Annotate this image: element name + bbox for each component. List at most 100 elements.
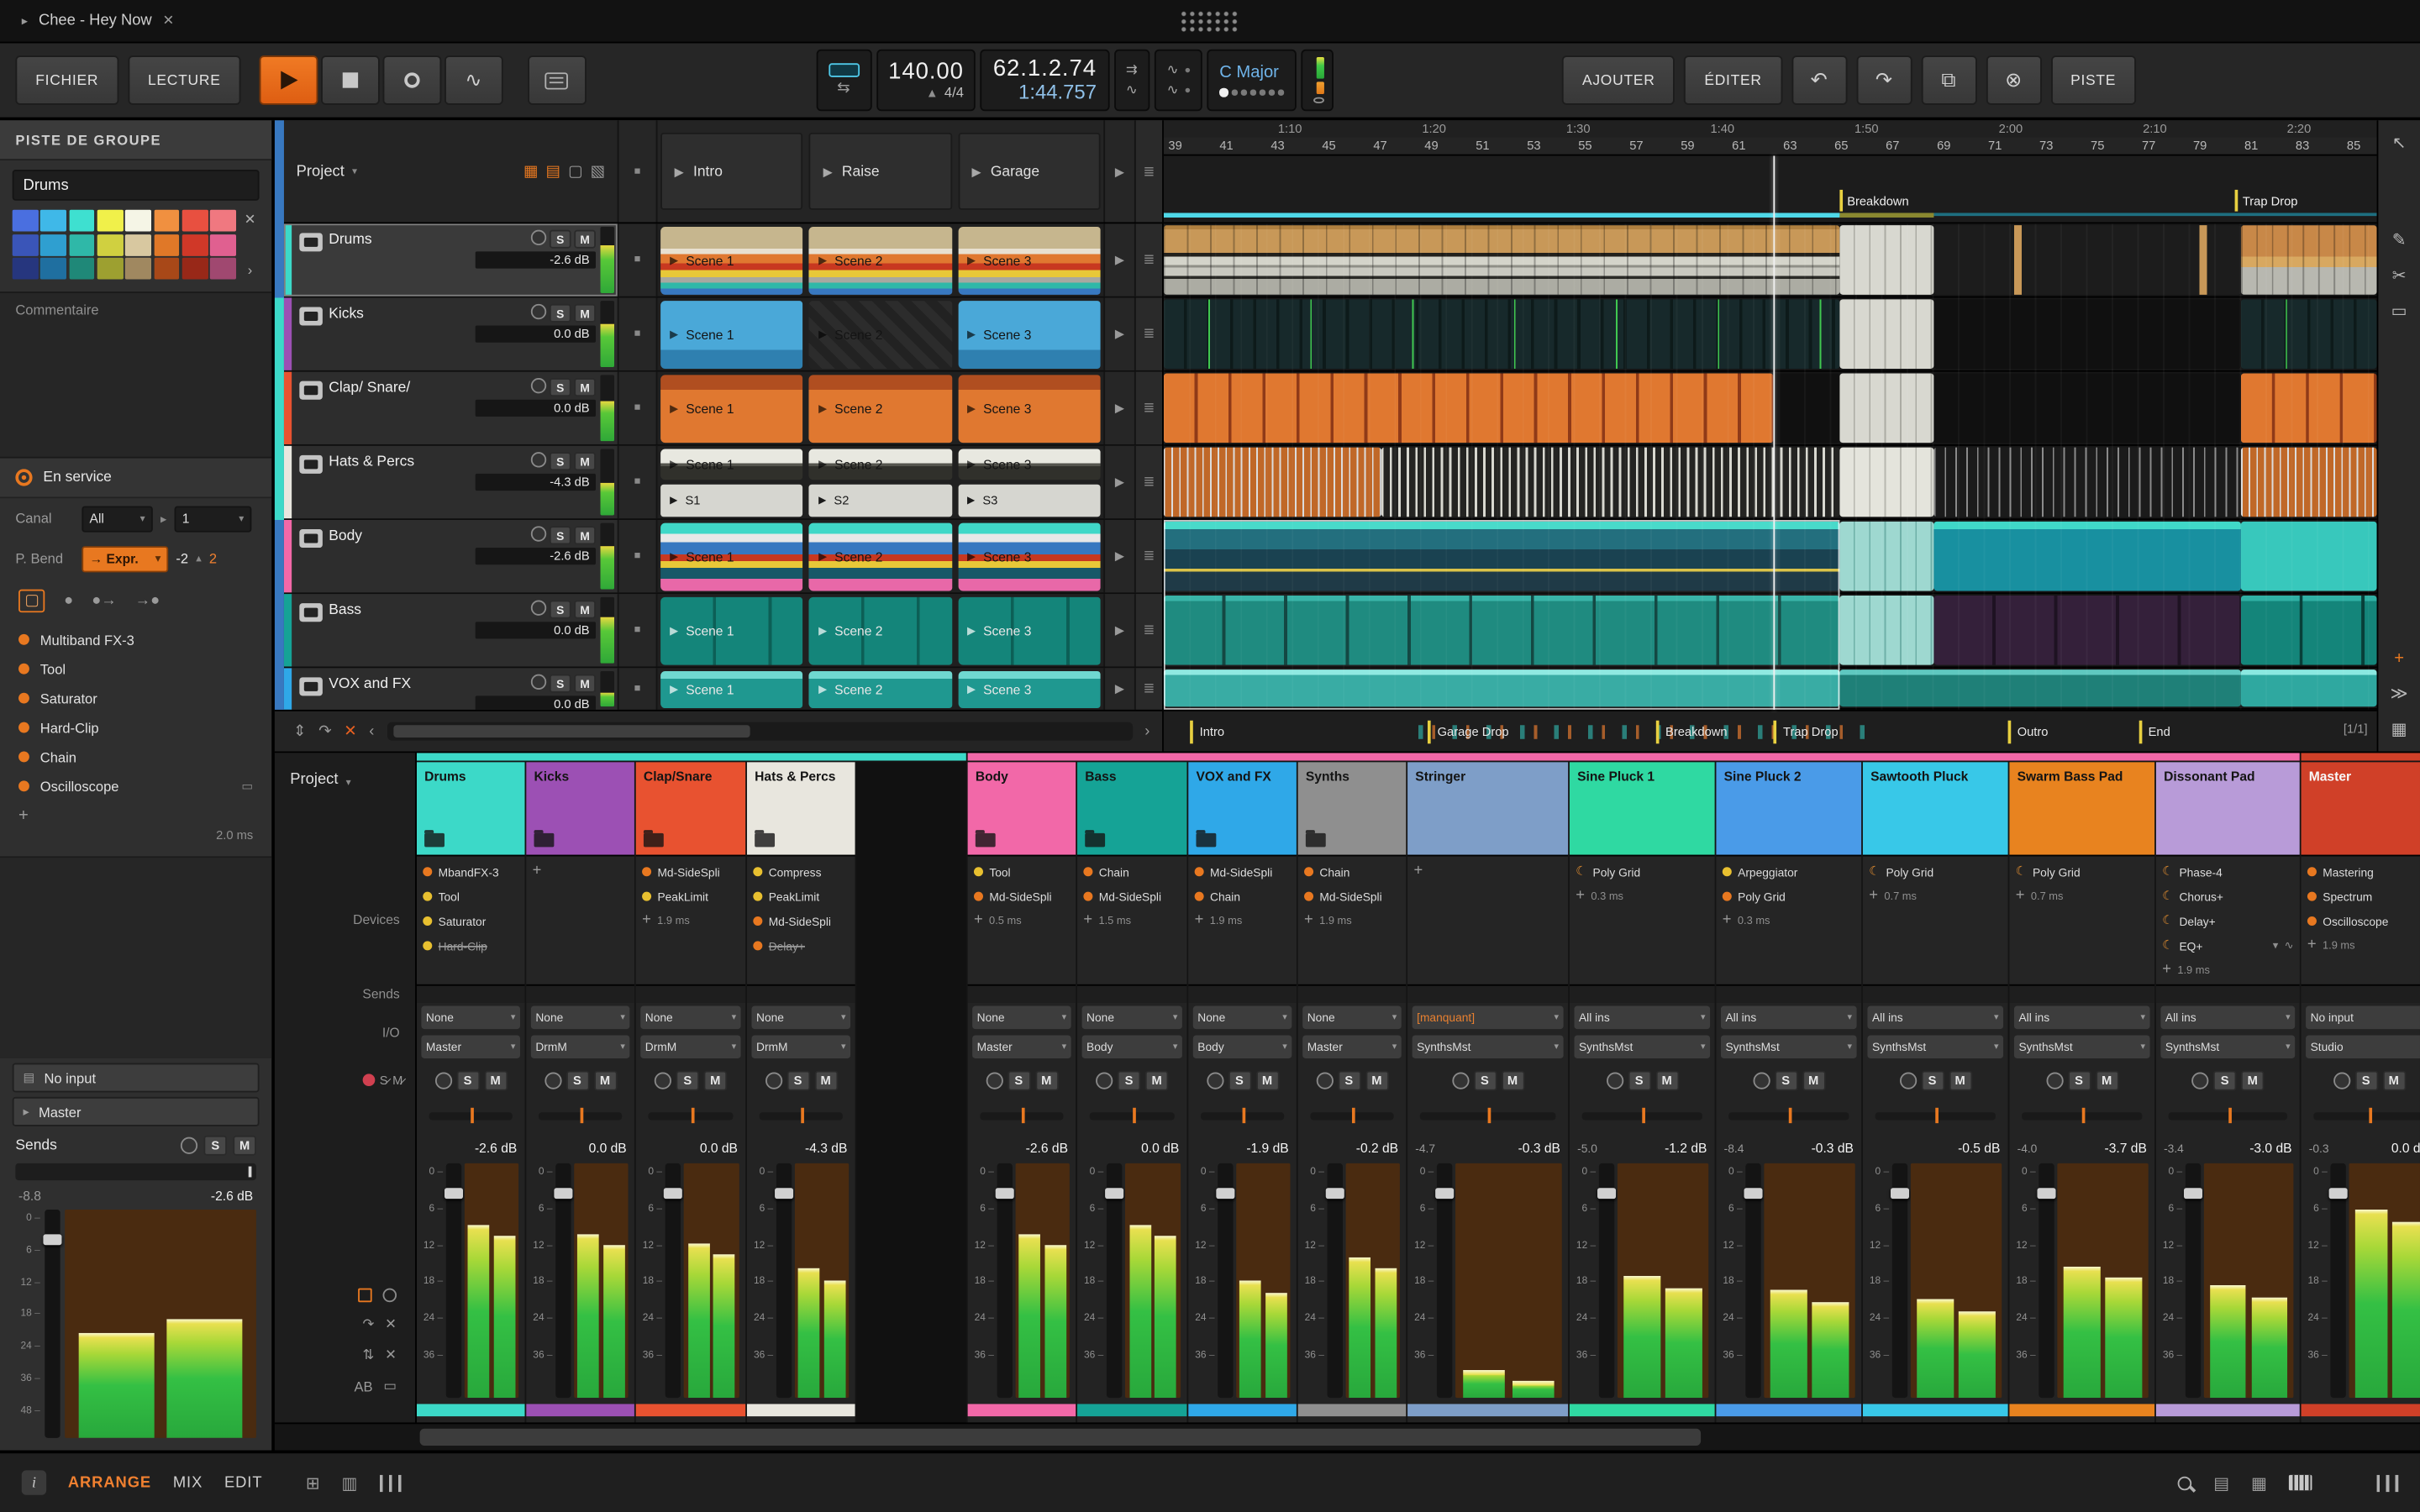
timbre-icon[interactable]: ● [64,591,73,608]
fader-handle[interactable] [445,1188,463,1199]
output-select[interactable]: DrmM▾ [640,1035,740,1058]
channel-header[interactable]: Sine Pluck 2 [1716,762,1861,854]
level-value[interactable]: -4.3 dB [805,1140,847,1155]
channel-header[interactable]: Swarm Bass Pad [2009,762,2154,854]
add-device-icon[interactable]: + [642,913,651,928]
channel-device-md-sidespli[interactable]: Md-SideSpli [1298,884,1407,908]
add-device-icon[interactable]: + [533,864,542,879]
channel-sends-area[interactable] [1570,984,1715,1003]
output-select[interactable]: SynthsMst▾ [1867,1035,2003,1058]
solo-button[interactable]: S [786,1070,810,1090]
palette-color-3[interactable] [97,210,124,232]
mixer-channel-drums[interactable]: DrumsMbandFX-3ToolSaturatorHard-ClipNone… [417,762,525,1422]
clip-vox-and-fx-1[interactable]: ▶Scene 1 [660,670,803,707]
channel-device-mastering[interactable]: Mastering [2302,859,2420,884]
level-value[interactable]: -0.5 dB [1958,1140,2000,1155]
clip-bass-1[interactable]: ▶Scene 1 [660,596,803,664]
clip-bass-2[interactable]: ▶Scene 2 [809,596,952,664]
channel-device-peaklimit[interactable]: PeakLimit [747,884,855,908]
solo-button[interactable]: S [550,230,571,249]
add-device-icon[interactable]: + [2016,889,2025,904]
mixer-channel-swarm-bass-pad[interactable]: Swarm Bass Pad☾Poly Grid+0.7 msAll ins▾S… [2009,762,2154,1422]
arranger-lane-drums[interactable] [1164,223,2377,297]
clip-play-icon[interactable]: ▶ [967,624,976,637]
row-scene-play-button[interactable]: ▶ [1103,446,1134,518]
clip-segment[interactable] [1839,373,1934,443]
expression-mode-icon[interactable]: ▢ [18,589,45,612]
arm-button[interactable] [1096,1072,1113,1089]
channel-sends-area[interactable] [1188,984,1297,1003]
channel-device-add[interactable]: +1.9 ms [2156,958,2300,983]
palette-color-9[interactable] [40,234,66,255]
track-level-value[interactable]: 0.0 dB [476,400,596,417]
folder-icon[interactable] [424,833,445,848]
channel-header[interactable]: Master [2302,762,2420,854]
palette-color-16[interactable] [13,258,39,280]
scroll-mode-icon[interactable]: ⇕ [293,723,306,740]
row-scene-play-button[interactable]: ▶ [1103,520,1134,592]
snap-crosshair-icon[interactable]: + [2394,649,2404,668]
channel-device-chain[interactable]: Chain [1188,884,1297,908]
pan-slider[interactable] [760,1111,843,1119]
pencil-tool-icon[interactable]: ✎ [2392,230,2407,250]
channel-header[interactable]: Sawtooth Pluck [1863,762,2008,854]
subclip-s1[interactable]: ▶S1 [660,484,803,517]
track-arm-button[interactable] [181,1137,197,1154]
device-item-chain[interactable]: Chain [0,742,271,771]
channel-sends-area[interactable] [417,984,525,1003]
pan-slider[interactable] [2313,1111,2420,1119]
channel-sends-area[interactable] [747,984,855,1003]
solo-button[interactable]: S [550,452,571,470]
track-header-vox-and-fx[interactable]: VOX and FXSM0.0 dB [284,668,618,710]
device-enabled-dot[interactable] [753,941,762,950]
input-select[interactable]: None▾ [972,1006,1071,1030]
arm-button[interactable] [655,1072,671,1089]
clip-play-icon[interactable]: ▶ [967,328,976,340]
device-enabled-dot[interactable] [2307,916,2317,926]
channel-header[interactable]: Body [968,762,1076,854]
stop-all-column[interactable]: ■ [618,120,658,222]
channel-device-add[interactable]: +0.3 ms [1570,884,1715,908]
channel-device-add[interactable]: + [526,859,634,884]
undo-button[interactable]: ↶ [1791,55,1847,105]
add-device-icon[interactable]: + [1413,864,1423,879]
layer-toggle-icon[interactable] [358,1289,372,1303]
channel-device-phase-4[interactable]: ☾Phase-4 [2156,859,2300,884]
device-enabled-dot[interactable] [1195,892,1204,901]
mute-button[interactable]: M [814,1070,838,1090]
level-value[interactable]: -0.3 dB [1812,1140,1854,1155]
device-enabled-dot[interactable] [974,892,983,901]
palette-color-17[interactable] [40,258,66,280]
mixer-channel-kicks[interactable]: Kicks+None▾DrmM▾SM0.0 dB0612182436 [526,762,634,1422]
solo-button[interactable]: S [550,675,571,693]
clip-segment[interactable] [1164,522,1839,591]
device-enabled-dot[interactable] [2307,892,2317,901]
channel-device-poly-grid[interactable]: ☾Poly Grid [1863,859,2008,884]
channel-header[interactable]: Synths [1298,762,1407,854]
clip-segment[interactable] [1164,596,1839,665]
channel-device-chain[interactable]: Chain [1077,859,1186,884]
add-button[interactable]: AJOUTER [1562,55,1675,105]
device-enabled-dot[interactable] [642,892,651,901]
subclip-play-icon[interactable]: ▶ [818,494,826,507]
mixer-channel-hats-percs[interactable]: Hats & PercsCompressPeakLimitMd-SideSpli… [747,762,855,1422]
pan-value[interactable]: -8.4 [1724,1141,1744,1155]
device-item-multiband-fx-3[interactable]: Multiband FX-3 [0,625,271,654]
arm-button[interactable] [531,304,546,319]
output-select[interactable]: Master▾ [421,1035,520,1058]
delete-button[interactable]: ⊗ [1986,55,2041,105]
volume-fader[interactable] [555,1163,571,1398]
marker-breakdown[interactable]: Breakdown [1839,190,1909,212]
volume-fader[interactable] [1437,1163,1452,1398]
row-menu-button[interactable]: ≣ [1134,446,1162,518]
mixer-channel-sawtooth-pluck[interactable]: Sawtooth Pluck☾Poly Grid+0.7 msAll ins▾S… [1863,762,2008,1422]
folder-icon[interactable] [644,833,664,848]
level-value[interactable]: 0.0 dB [2391,1140,2420,1155]
ab-compare-icon[interactable]: AB [354,1378,372,1394]
arranger-marker-lane[interactable]: BreakdownTrap Drop [1164,156,2377,224]
clip-segment[interactable] [1839,522,1934,591]
folder-icon[interactable] [1085,833,1105,848]
project-tab[interactable]: ▸ Chee - Hey Now ✕ [0,0,196,42]
mixer-channel-clap-snare[interactable]: Clap/SnareMd-SideSpliPeakLimit+1.9 msNon… [636,762,745,1422]
level-value[interactable]: -3.7 dB [2105,1140,2147,1155]
